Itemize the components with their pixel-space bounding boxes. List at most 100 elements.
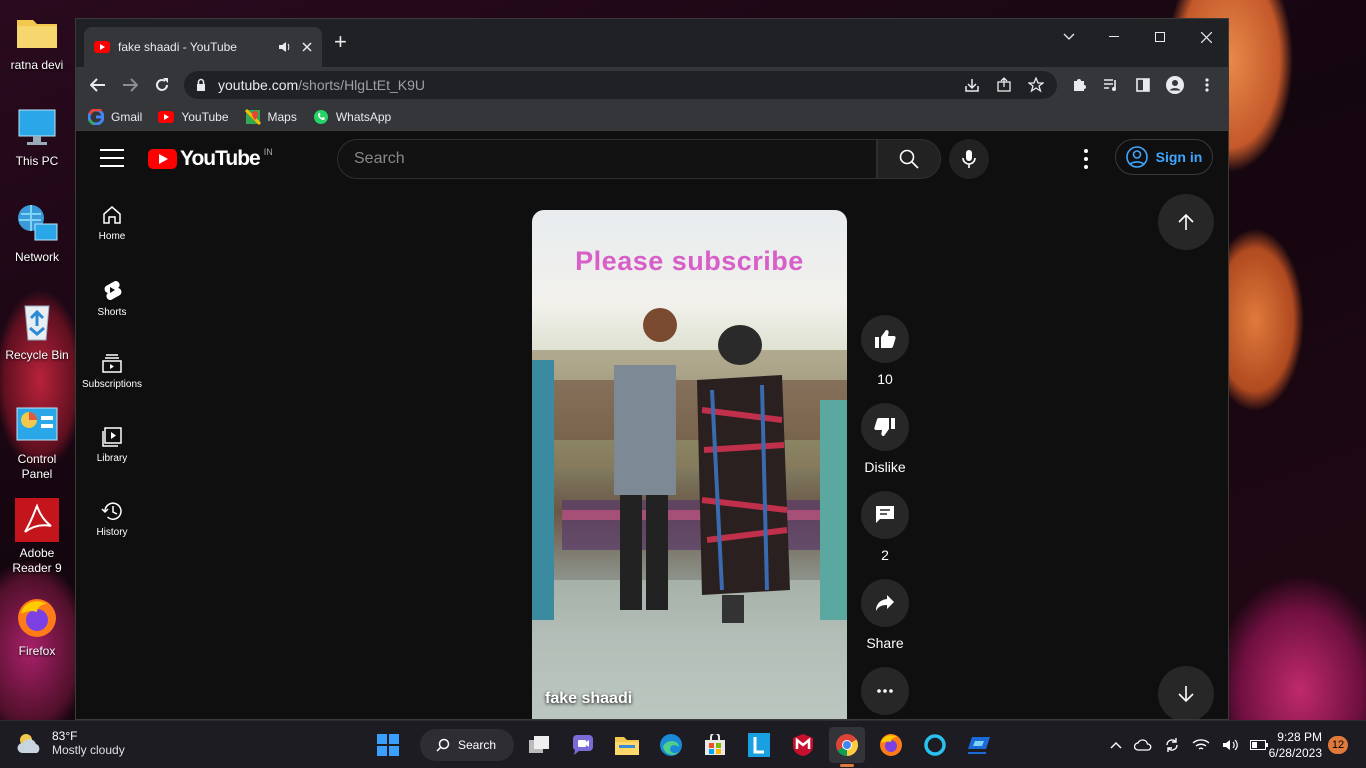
volume-icon[interactable] bbox=[1222, 738, 1238, 752]
speaker-icon[interactable] bbox=[278, 41, 292, 53]
desktop-icon-label: Control Panel bbox=[17, 452, 57, 481]
reload-button[interactable] bbox=[146, 69, 178, 101]
guide-label: History bbox=[96, 527, 128, 538]
tab-search-chevron-icon[interactable] bbox=[1046, 23, 1092, 51]
start-button[interactable] bbox=[370, 727, 406, 763]
desktop-icon-user-folder[interactable]: ratna devi bbox=[4, 10, 70, 73]
browser-tab[interactable]: fake shaadi - YouTube bbox=[84, 27, 322, 67]
google-icon bbox=[88, 108, 104, 125]
short-video-player[interactable]: Please subscribe fake shaadi bbox=[532, 210, 847, 719]
desktop-icon-this-pc[interactable]: This PC bbox=[4, 106, 70, 169]
bookmark-whatsapp[interactable]: WhatsApp bbox=[313, 109, 391, 125]
sync-icon[interactable] bbox=[1164, 737, 1180, 753]
store-icon bbox=[705, 734, 725, 755]
thumbs-down-icon bbox=[874, 418, 895, 436]
more-actions-button[interactable] bbox=[861, 667, 909, 715]
task-view-button[interactable] bbox=[521, 727, 557, 763]
desktop-icon-network[interactable]: Network bbox=[4, 202, 70, 265]
desktop-icon-firefox[interactable]: Firefox bbox=[4, 596, 70, 659]
chat-icon bbox=[573, 734, 593, 755]
dislike-label: Dislike bbox=[864, 459, 906, 475]
dislike-button[interactable] bbox=[861, 403, 909, 451]
cortana-app[interactable] bbox=[917, 727, 953, 763]
minimize-button[interactable] bbox=[1091, 23, 1137, 51]
previous-short-button[interactable] bbox=[1158, 194, 1214, 250]
forward-arrow-icon bbox=[123, 78, 138, 92]
close-tab-icon[interactable] bbox=[302, 42, 312, 52]
clock-time: 9:28 PM bbox=[1277, 730, 1322, 744]
guide-item-history[interactable]: History bbox=[76, 483, 148, 557]
bookmark-youtube[interactable]: YouTube bbox=[158, 110, 229, 124]
wifi-icon[interactable] bbox=[1192, 738, 1210, 752]
bookmark-star-icon[interactable] bbox=[1028, 77, 1044, 93]
arrow-down-icon bbox=[1178, 686, 1194, 703]
settings-menu-button[interactable] bbox=[1076, 149, 1096, 169]
bookmark-maps[interactable]: Maps bbox=[244, 108, 297, 125]
close-window-button[interactable] bbox=[1183, 23, 1228, 51]
kebab-menu-icon bbox=[1205, 78, 1209, 92]
desktop-icon-adobe-reader[interactable]: Adobe Reader 9 bbox=[4, 498, 70, 576]
install-app-icon[interactable] bbox=[964, 77, 980, 93]
guide-label: Home bbox=[98, 231, 126, 242]
onedrive-cloud-icon[interactable] bbox=[1134, 738, 1152, 752]
address-bar[interactable]: youtube.com/shorts/HlgLtEt_K9U bbox=[184, 71, 1057, 99]
microsoft-store-app[interactable] bbox=[697, 727, 733, 763]
guide-menu-button[interactable] bbox=[100, 149, 124, 167]
share-page-icon[interactable] bbox=[996, 77, 1012, 93]
guide-item-library[interactable]: Library bbox=[76, 409, 148, 483]
desktop-icon-recycle-bin[interactable]: Recycle Bin bbox=[4, 300, 70, 363]
guide-label: Library bbox=[96, 453, 128, 464]
l-app[interactable] bbox=[741, 727, 777, 763]
reload-icon bbox=[156, 78, 168, 91]
url-host: youtube.com bbox=[218, 77, 299, 93]
desktop-icon-control-panel[interactable]: Control Panel bbox=[4, 404, 70, 482]
firefox-app[interactable] bbox=[873, 727, 909, 763]
guide-item-subscriptions[interactable]: Subscriptions bbox=[76, 335, 148, 409]
file-explorer-app[interactable] bbox=[609, 727, 645, 763]
quick-assist-app[interactable] bbox=[961, 727, 997, 763]
notification-badge[interactable]: 12 bbox=[1328, 736, 1348, 754]
youtube-page: YouTube IN Search Sign in Home Shorts Su… bbox=[76, 131, 1228, 719]
chrome-app-active[interactable] bbox=[829, 727, 865, 767]
mcafee-app[interactable] bbox=[785, 727, 821, 763]
youtube-play-icon bbox=[148, 149, 177, 169]
maps-pin-icon bbox=[244, 108, 261, 125]
firefox-icon bbox=[880, 734, 902, 756]
voice-search-button[interactable] bbox=[949, 139, 989, 179]
comments-button[interactable] bbox=[861, 491, 909, 539]
profile-button[interactable] bbox=[1159, 69, 1191, 101]
next-short-button[interactable] bbox=[1158, 666, 1214, 719]
youtube-logo[interactable]: YouTube IN bbox=[148, 147, 273, 171]
bookmark-gmail[interactable]: Gmail bbox=[88, 108, 142, 125]
shorts-icon bbox=[104, 280, 122, 301]
media-control-button[interactable] bbox=[1095, 69, 1127, 101]
comment-count: 2 bbox=[881, 547, 889, 563]
comment-icon bbox=[876, 506, 894, 523]
taskbar-search[interactable]: Search bbox=[420, 729, 514, 761]
sign-in-button[interactable]: Sign in bbox=[1115, 139, 1213, 175]
browser-window: fake shaadi - YouTube + youtube.com /sho… bbox=[75, 18, 1229, 720]
extensions-button[interactable] bbox=[1063, 69, 1095, 101]
search-input[interactable]: Search bbox=[337, 139, 877, 179]
maximize-button[interactable] bbox=[1137, 23, 1183, 51]
site-info-icon[interactable] bbox=[196, 78, 206, 92]
search-button[interactable] bbox=[877, 139, 941, 179]
share-arrow-icon bbox=[876, 595, 894, 611]
like-button[interactable] bbox=[861, 315, 909, 363]
guide-item-home[interactable]: Home bbox=[76, 187, 148, 261]
teams-chat-app[interactable] bbox=[565, 727, 601, 763]
weather-widget[interactable]: 83°F Mostly cloudy bbox=[16, 729, 125, 757]
back-button[interactable] bbox=[82, 69, 114, 101]
chevron-up-icon[interactable] bbox=[1110, 741, 1122, 749]
clock[interactable]: 9:28 PM 6/28/2023 bbox=[1262, 729, 1322, 761]
desktop-icon-label: This PC bbox=[15, 154, 59, 168]
browser-menu-button[interactable] bbox=[1191, 69, 1223, 101]
share-button[interactable] bbox=[861, 579, 909, 627]
edge-app[interactable] bbox=[653, 727, 689, 763]
thumbs-up-icon bbox=[875, 330, 896, 348]
forward-button[interactable] bbox=[114, 69, 146, 101]
side-panel-button[interactable] bbox=[1127, 69, 1159, 101]
new-tab-button[interactable]: + bbox=[334, 31, 347, 53]
guide-item-shorts[interactable]: Shorts bbox=[76, 261, 148, 335]
mcafee-shield-icon bbox=[793, 734, 813, 756]
